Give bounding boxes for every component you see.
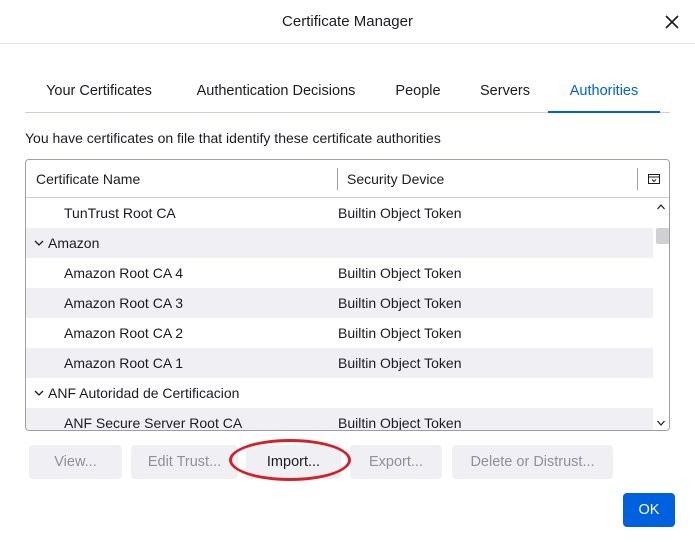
security-device: Builtin Object Token	[338, 295, 462, 311]
group-name: Amazon	[48, 235, 100, 251]
import-button[interactable]: Import...	[246, 445, 341, 479]
chevron-down-icon[interactable]	[33, 387, 45, 399]
certificate-name: ANF Secure Server Root CA	[64, 415, 243, 430]
scroll-up-arrow-icon[interactable]	[656, 202, 666, 212]
column-divider[interactable]	[637, 168, 638, 190]
column-picker-icon	[648, 174, 660, 184]
certificate-manager-dialog: Certificate Manager Your Certificates Au…	[0, 0, 695, 544]
tree-row[interactable]: Amazon Root CA 2 Builtin Object Token	[26, 318, 653, 348]
tab-strip: Your Certificates Authentication Decisio…	[25, 72, 670, 113]
column-picker-button[interactable]	[647, 172, 661, 186]
security-device: Builtin Object Token	[338, 415, 462, 430]
tree-row[interactable]: Amazon Root CA 3 Builtin Object Token	[26, 288, 653, 318]
close-button[interactable]	[661, 11, 683, 33]
scroll-down-arrow-icon[interactable]	[656, 418, 666, 428]
tab-servers[interactable]: Servers	[473, 72, 537, 113]
tree-row[interactable]: TunTrust Root CA Builtin Object Token	[26, 198, 653, 228]
scrollbar-thumb[interactable]	[656, 228, 669, 244]
security-device: Builtin Object Token	[338, 205, 462, 221]
tree-header: Certificate Name Security Device	[26, 160, 669, 198]
close-icon	[665, 15, 679, 29]
view-button[interactable]: View...	[29, 445, 122, 479]
security-device: Builtin Object Token	[338, 265, 462, 281]
tab-people[interactable]: People	[387, 72, 449, 113]
delete-or-distrust-button[interactable]: Delete or Distrust...	[452, 445, 613, 479]
column-header-certificate-name[interactable]: Certificate Name	[36, 160, 140, 198]
security-device: Builtin Object Token	[338, 325, 462, 341]
certificate-name: Amazon Root CA 2	[64, 325, 184, 341]
tab-authorities[interactable]: Authorities	[548, 72, 660, 113]
title-bar: Certificate Manager	[0, 0, 695, 44]
tab-authentication-decisions[interactable]: Authentication Decisions	[187, 72, 365, 113]
tree-row[interactable]: Amazon Root CA 1 Builtin Object Token	[26, 348, 653, 378]
certificate-name: Amazon Root CA 3	[64, 295, 184, 311]
tab-your-certificates[interactable]: Your Certificates	[25, 72, 173, 113]
chevron-down-icon[interactable]	[33, 237, 45, 249]
export-button[interactable]: Export...	[350, 445, 442, 479]
certificate-name: Amazon Root CA 4	[64, 265, 184, 281]
tree-group-row[interactable]: Amazon	[26, 228, 653, 258]
tree-body: TunTrust Root CA Builtin Object Token Am…	[26, 198, 653, 430]
tree-row[interactable]: ANF Secure Server Root CA Builtin Object…	[26, 408, 653, 430]
tree-group-row[interactable]: ANF Autoridad de Certificacion	[26, 378, 653, 408]
dialog-title: Certificate Manager	[282, 13, 413, 30]
group-name: ANF Autoridad de Certificacion	[48, 385, 240, 401]
column-divider[interactable]	[337, 168, 338, 190]
tree-scrollbar[interactable]	[653, 198, 669, 430]
security-device: Builtin Object Token	[338, 355, 462, 371]
column-header-security-device[interactable]: Security Device	[347, 160, 444, 198]
ok-button[interactable]: OK	[623, 493, 675, 527]
certificate-name: Amazon Root CA 1	[64, 355, 184, 371]
tree-row[interactable]: Amazon Root CA 4 Builtin Object Token	[26, 258, 653, 288]
edit-trust-button[interactable]: Edit Trust...	[131, 445, 238, 479]
intro-text: You have certificates on file that ident…	[25, 130, 441, 146]
certificate-name: TunTrust Root CA	[64, 205, 176, 221]
certificate-tree[interactable]: Certificate Name Security Device TunTrus…	[25, 159, 670, 431]
